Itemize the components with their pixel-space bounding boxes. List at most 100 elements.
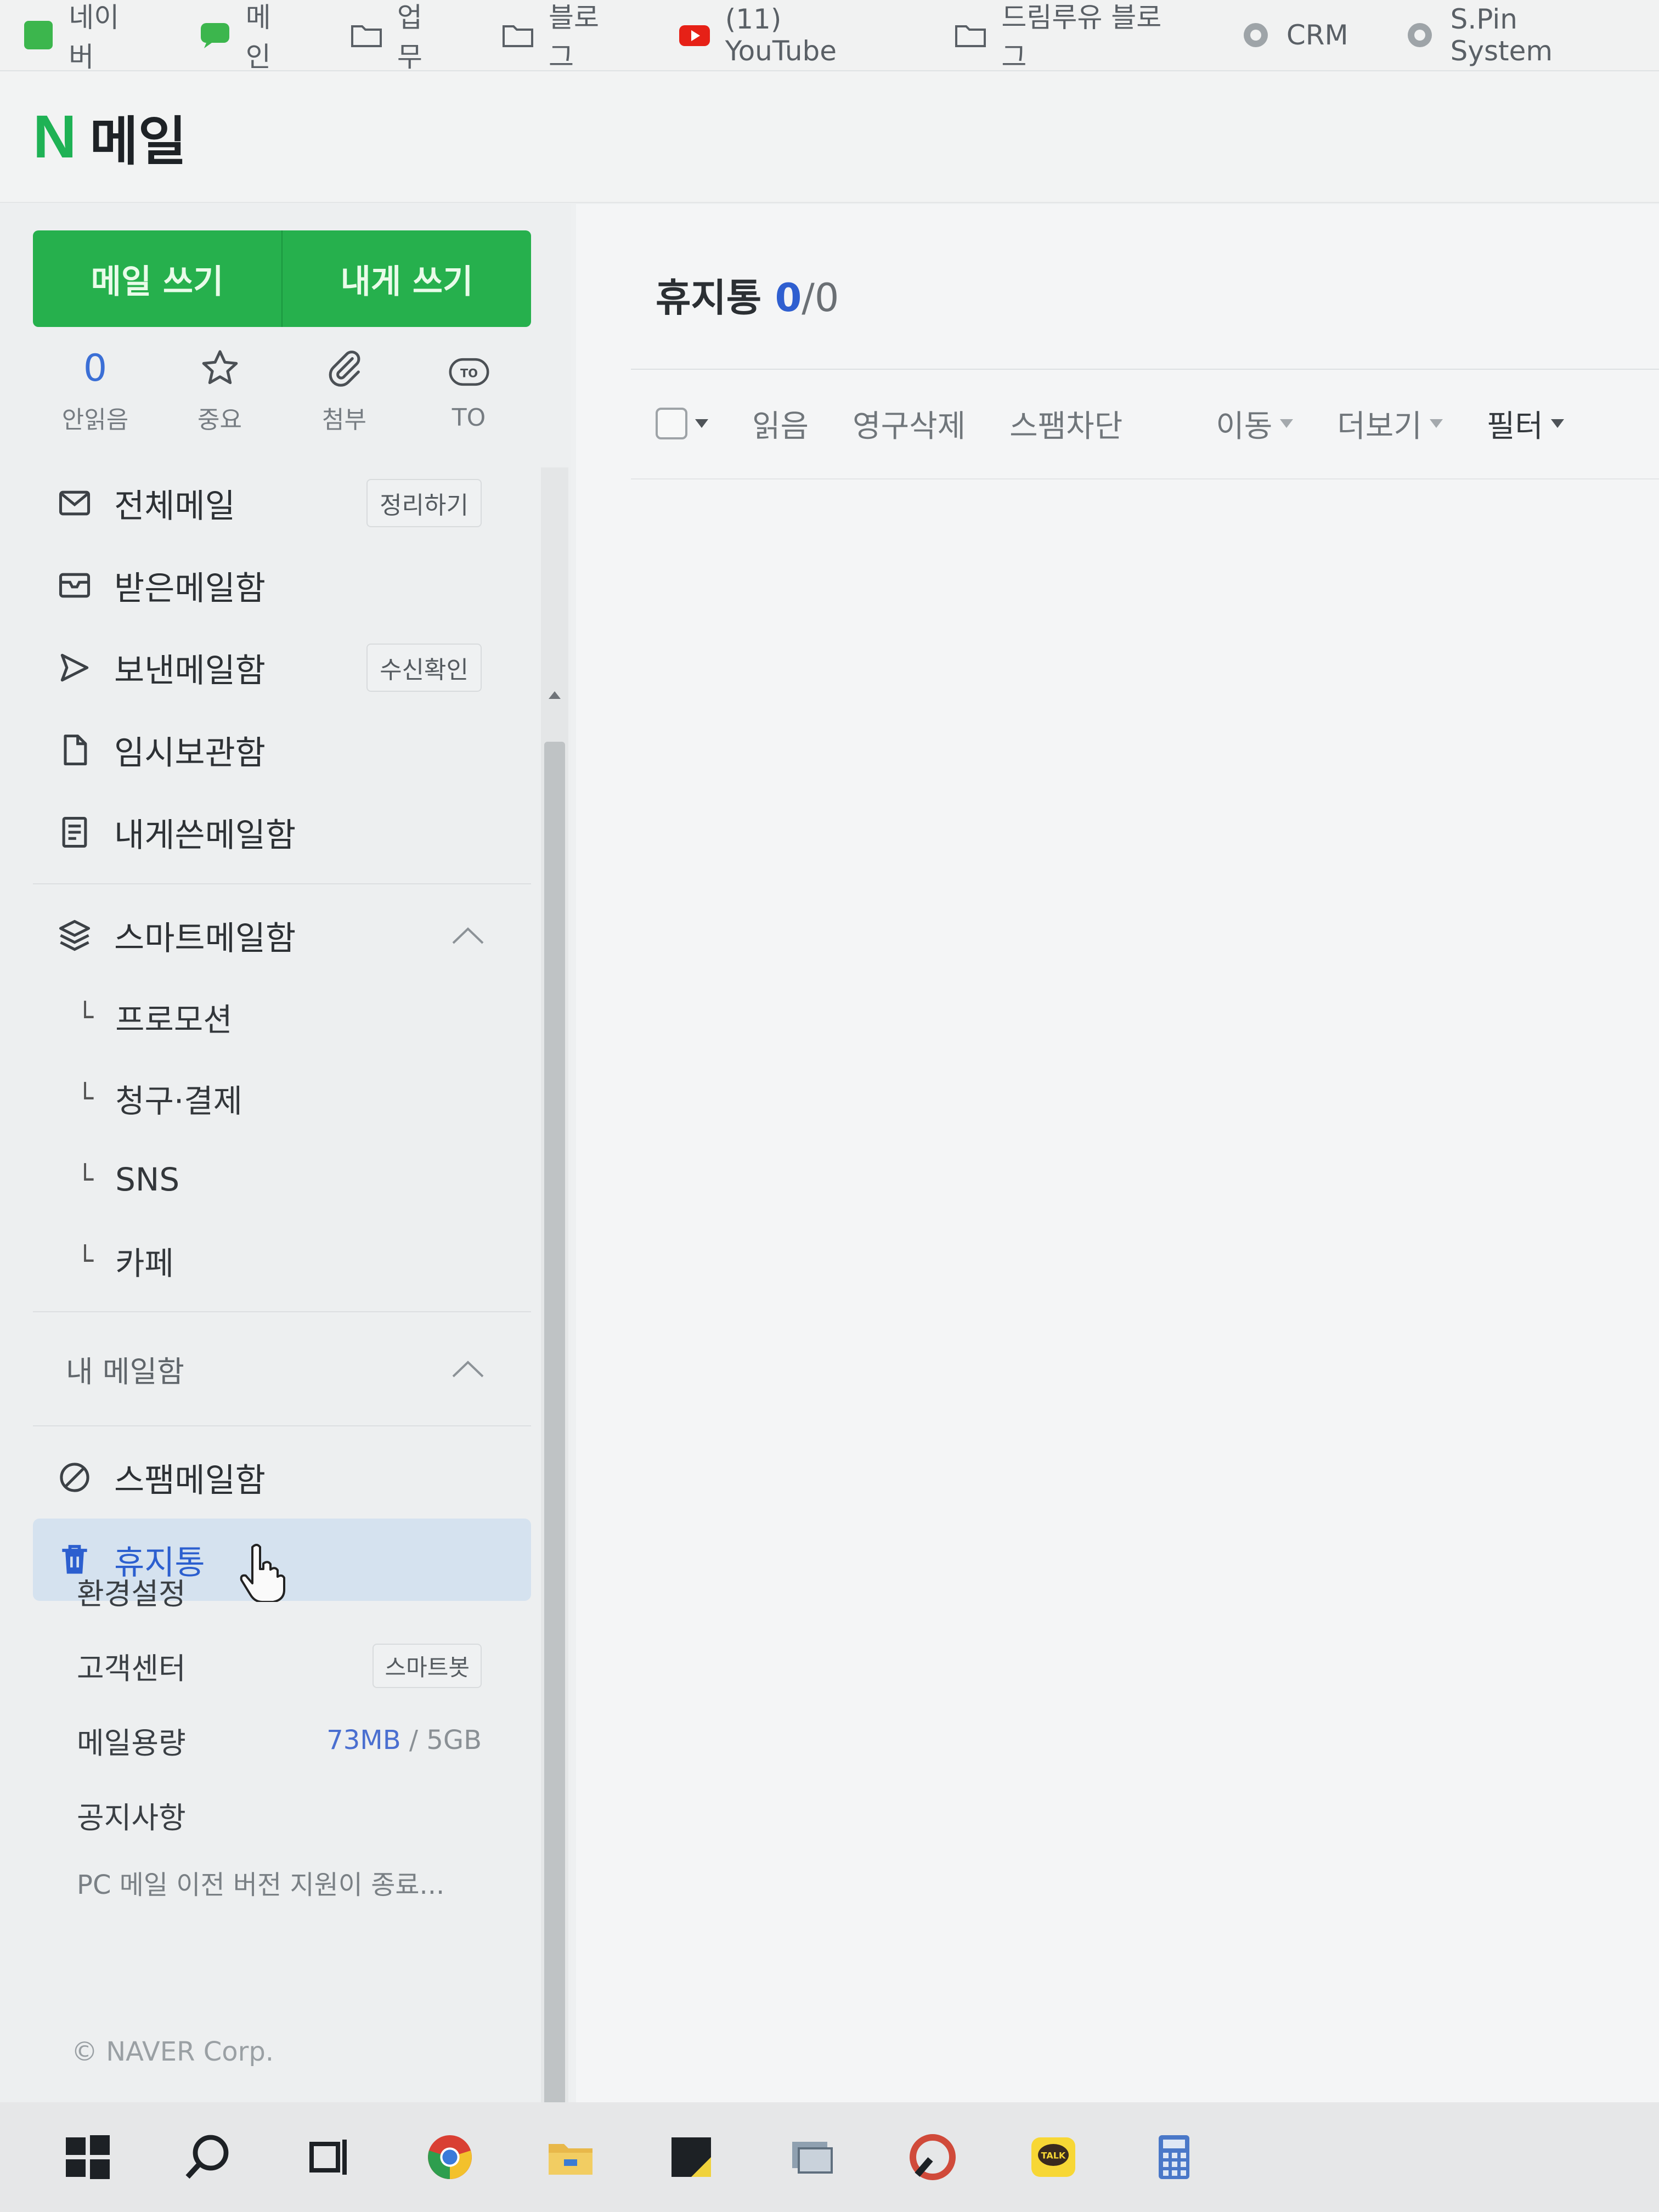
copyright: © NAVER Corp. bbox=[71, 2036, 274, 2067]
toolbar-label: 읽음 bbox=[752, 408, 809, 444]
notice-link[interactable]: 공지사항 bbox=[33, 1778, 531, 1852]
folder-all-mail[interactable]: 전체메일 정리하기 bbox=[33, 462, 531, 544]
bookmark-crm[interactable]: CRM bbox=[1217, 0, 1381, 71]
bookmark-naver[interactable]: 네이버 bbox=[0, 0, 177, 73]
bookmark-spin[interactable]: S.Pin System bbox=[1381, 0, 1659, 71]
globe-icon bbox=[1239, 21, 1272, 49]
folder-label: 스팸메일함 bbox=[114, 1461, 266, 1500]
bookmark-label: S.Pin System bbox=[1450, 3, 1553, 67]
chrome-icon[interactable] bbox=[422, 2130, 477, 2185]
divider bbox=[33, 1425, 531, 1426]
sidebar-scrollbar[interactable] bbox=[541, 467, 568, 2212]
block-spam-button[interactable]: 스팸차단 bbox=[1009, 402, 1122, 446]
filter-to-me[interactable]: TO TO bbox=[407, 341, 531, 440]
preferences-label: 환경설정 bbox=[77, 1576, 186, 1611]
bookmark-main[interactable]: 메인 bbox=[177, 0, 328, 73]
windows-start-icon[interactable] bbox=[60, 2130, 115, 2185]
smart-item-label: 프로모션 bbox=[115, 1001, 233, 1039]
smart-item-billing[interactable]: └ 청구·결제 bbox=[33, 1058, 531, 1139]
mark-read-button[interactable]: 읽음 bbox=[752, 402, 809, 446]
bookmarks-bar: 네이버 메인 업무 블로그 (11) YouTube 드림루유 블로그 CRM … bbox=[0, 0, 1659, 73]
compose-button[interactable]: 메일 쓰기 bbox=[33, 230, 281, 327]
naver-logo[interactable]: N bbox=[33, 102, 76, 172]
bookmark-label: 메인 bbox=[245, 2, 271, 73]
filter-label: TO bbox=[452, 403, 486, 432]
remote-desktop-icon[interactable] bbox=[785, 2130, 839, 2185]
delete-forever-button[interactable]: 영구삭제 bbox=[853, 402, 966, 446]
bookmark-blog[interactable]: 블로그 bbox=[479, 0, 656, 73]
unread-count: 0 bbox=[775, 275, 802, 320]
notice-text: PC 메일 이전 버전 지원이 종료... bbox=[77, 1870, 445, 1900]
caret-down-icon bbox=[1550, 419, 1564, 428]
more-dropdown[interactable]: 더보기 bbox=[1337, 402, 1443, 446]
scroll-up-icon[interactable] bbox=[546, 687, 563, 703]
unread-count: 0 bbox=[83, 346, 108, 390]
bookmark-work[interactable]: 업무 bbox=[328, 0, 479, 73]
quota-used: 73MB bbox=[326, 1725, 401, 1756]
chevron-up-icon[interactable] bbox=[449, 924, 487, 946]
search-icon[interactable] bbox=[181, 2130, 236, 2185]
bookmark-dream-blog[interactable]: 드림루유 블로그 bbox=[932, 0, 1217, 73]
app-title[interactable]: 메일 bbox=[89, 99, 187, 175]
hand-cursor-icon bbox=[240, 1544, 285, 1602]
naver-icon bbox=[22, 21, 54, 49]
filter-dropdown[interactable]: 필터 bbox=[1487, 402, 1564, 446]
smartbot-button[interactable]: 스마트봇 bbox=[373, 1643, 482, 1688]
folder-sent[interactable]: 보낸메일함 수신확인 bbox=[33, 627, 531, 709]
notice-item[interactable]: PC 메일 이전 버전 지원이 종료... bbox=[33, 1852, 531, 1912]
chevron-up-icon[interactable] bbox=[449, 1358, 487, 1380]
task-view-icon[interactable] bbox=[302, 2130, 357, 2185]
scrollbar-thumb[interactable] bbox=[544, 742, 565, 2212]
filter-label: 첨부 bbox=[322, 406, 366, 434]
my-mailbox-header[interactable]: 내 메일함 bbox=[33, 1322, 531, 1415]
folder-smart[interactable]: 스마트메일함 bbox=[33, 894, 531, 977]
folder-inbox[interactable]: 받은메일함 bbox=[33, 544, 531, 627]
select-all-checkbox[interactable] bbox=[656, 408, 687, 439]
smart-item-sns[interactable]: └ SNS bbox=[33, 1139, 531, 1220]
calculator-icon[interactable] bbox=[1147, 2130, 1201, 2185]
group-title: 내 메일함 bbox=[66, 1354, 184, 1389]
mail-quota: 메일용량 73MB / 5GB bbox=[33, 1703, 531, 1778]
file-explorer-icon[interactable] bbox=[543, 2130, 598, 2185]
divider bbox=[631, 478, 1659, 479]
folder-spam[interactable]: 스팸메일함 bbox=[33, 1436, 531, 1519]
settings-section: 환경설정 고객센터 스마트봇 메일용량 73MB / 5GB 공지사항 PC 메… bbox=[33, 1554, 531, 1912]
paperclip-icon bbox=[324, 346, 365, 390]
star-icon bbox=[199, 346, 241, 390]
ban-icon bbox=[55, 1458, 94, 1497]
folder-label: 보낸메일함 bbox=[114, 651, 266, 690]
select-all-group bbox=[656, 408, 708, 439]
toolbar-label: 더보기 bbox=[1337, 408, 1422, 444]
compose-group: 메일 쓰기 내게 쓰기 bbox=[33, 230, 531, 327]
read-receipt-button[interactable]: 수신확인 bbox=[366, 644, 482, 692]
to-icon: TO bbox=[448, 350, 490, 394]
bookmark-youtube[interactable]: (11) YouTube bbox=[656, 0, 933, 71]
folder-list: 전체메일 정리하기 받은메일함 보낸메일함 수신확인 임시보관함 내게쓴메일함 … bbox=[33, 462, 531, 1601]
to-icon-text: TO bbox=[460, 366, 477, 380]
folder-self[interactable]: 내게쓴메일함 bbox=[33, 791, 531, 873]
smart-item-label: 카페 bbox=[115, 1245, 174, 1282]
tree-branch-icon: └ bbox=[77, 1082, 94, 1114]
support-label: 고객센터 bbox=[77, 1651, 186, 1686]
filter-label: 안읽음 bbox=[61, 406, 129, 434]
mail-toolbar: 읽음 영구삭제 스팸차단 이동 더보기 필터 bbox=[656, 391, 1564, 456]
write-to-self-button[interactable]: 내게 쓰기 bbox=[283, 230, 531, 327]
filter-important[interactable]: 중요 bbox=[157, 341, 282, 440]
move-dropdown[interactable]: 이동 bbox=[1216, 402, 1294, 446]
filter-attachment[interactable]: 첨부 bbox=[282, 341, 407, 440]
mail-icon bbox=[55, 483, 94, 523]
smart-item-promotion[interactable]: └ 프로모션 bbox=[33, 977, 531, 1058]
support-link[interactable]: 고객센터 스마트봇 bbox=[33, 1628, 531, 1703]
app-icon[interactable] bbox=[905, 2130, 960, 2185]
smart-item-cafe[interactable]: └ 카페 bbox=[33, 1220, 531, 1301]
select-dropdown-icon[interactable] bbox=[695, 419, 708, 428]
organize-button[interactable]: 정리하기 bbox=[366, 479, 482, 527]
sticky-notes-icon[interactable] bbox=[664, 2130, 719, 2185]
folder-label: 받은메일함 bbox=[114, 569, 266, 608]
filter-unread[interactable]: 0 안읽음 bbox=[33, 341, 157, 440]
notice-title: 공지사항 bbox=[77, 1800, 186, 1835]
inbox-icon bbox=[55, 566, 94, 605]
kakaotalk-icon[interactable]: TALK bbox=[1026, 2130, 1081, 2185]
count-sep: / bbox=[802, 275, 815, 320]
folder-drafts[interactable]: 임시보관함 bbox=[33, 709, 531, 791]
